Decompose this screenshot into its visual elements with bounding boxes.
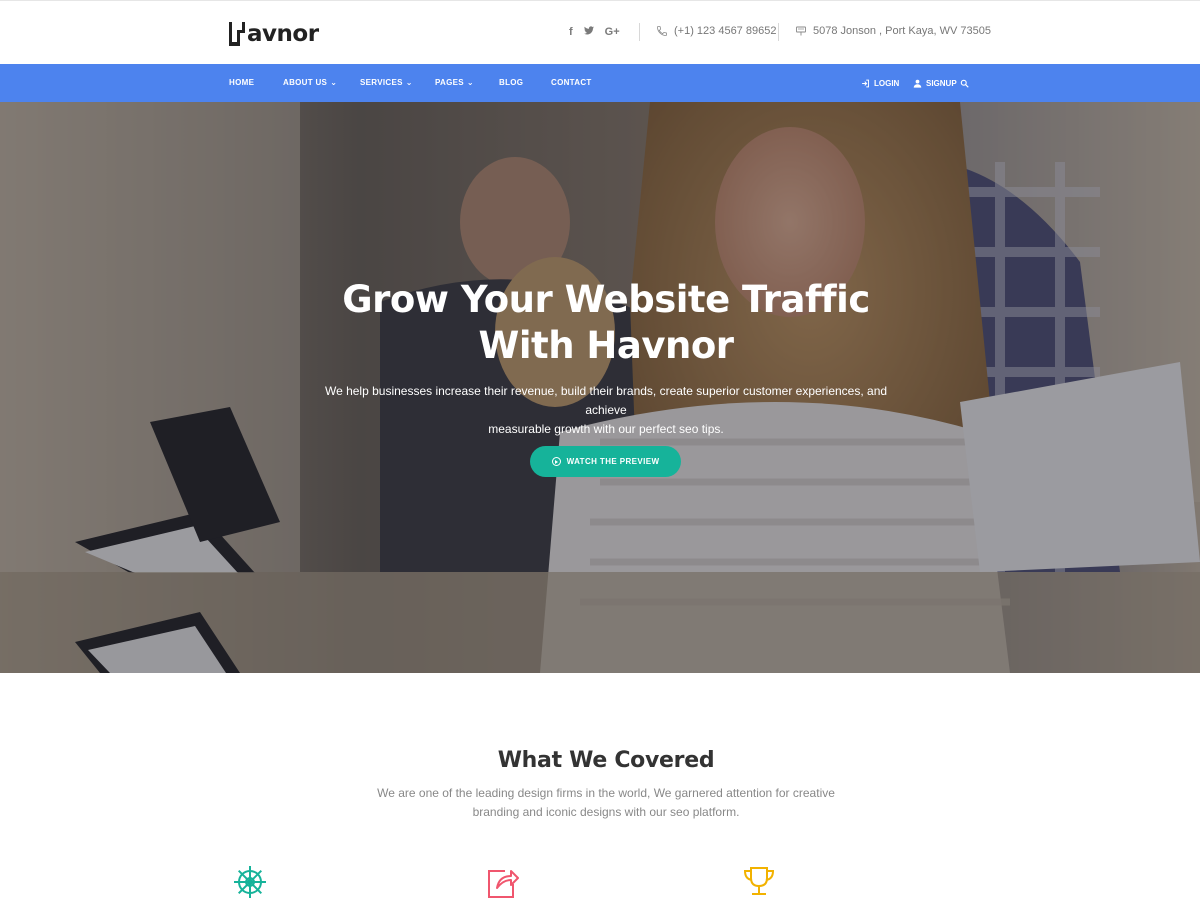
logo-text: avnor — [247, 21, 319, 47]
nav-services-label: SERVICES — [360, 78, 403, 87]
login-label: LOGIN — [874, 78, 900, 88]
top-bar: avnor f G+ (+1) 123 4567 89652 5078 Jons… — [0, 0, 1200, 64]
chevron-down-icon: ⌄ — [466, 78, 474, 87]
nav-blog[interactable]: BLOG — [499, 64, 523, 102]
watch-preview-button[interactable]: WATCH THE PREVIEW — [530, 446, 681, 477]
signup-link[interactable]: SIGNUP — [913, 64, 957, 102]
search-icon — [960, 79, 969, 88]
social-links: f G+ — [569, 25, 620, 39]
phone-number: (+1) 123 4567 89652 — [674, 25, 777, 37]
nav-pages[interactable]: PAGES ⌄ — [435, 64, 474, 102]
section-description: We are one of the leading design firms i… — [370, 784, 842, 822]
location-sign-icon — [796, 26, 806, 36]
sign-in-icon — [862, 79, 869, 87]
hero-title-line2: With Havnor — [478, 324, 734, 367]
facebook-icon[interactable]: f — [569, 25, 573, 39]
twitter-icon[interactable] — [583, 25, 594, 39]
hero-section: Grow Your Website Traffic With Havnor We… — [0, 102, 1200, 673]
hero-subtitle: We help businesses increase their revenu… — [320, 382, 892, 439]
nav-about-us[interactable]: ABOUT US ⌄ — [283, 64, 337, 102]
address-text: 5078 Jonson , Port Kaya, WV 73505 — [813, 25, 991, 37]
hero-subtitle-line1: We help businesses increase their revenu… — [324, 384, 888, 417]
chevron-down-icon: ⌄ — [330, 78, 338, 87]
nav-about-us-label: ABOUT US — [283, 78, 328, 87]
user-icon — [913, 79, 922, 88]
login-link[interactable]: LOGIN — [861, 64, 899, 102]
logo-mark-icon — [229, 22, 245, 46]
ship-wheel-icon — [234, 866, 266, 898]
hero-subtitle-line2: measurable growth with our perfect seo t… — [488, 422, 724, 436]
chevron-down-icon: ⌄ — [405, 78, 413, 87]
nav-blog-label: BLOG — [499, 78, 524, 87]
section-description-line2: branding and iconic designs with our seo… — [472, 805, 740, 819]
play-icon — [551, 457, 561, 466]
nav-pages-label: PAGES — [435, 78, 464, 87]
nav-contact-label: CONTACT — [551, 78, 592, 87]
logo[interactable]: avnor — [229, 19, 319, 49]
nav-home-label: HOME — [229, 78, 255, 87]
phone-contact[interactable]: (+1) 123 4567 89652 — [656, 25, 776, 37]
section-description-line1: We are one of the leading design firms i… — [377, 786, 835, 800]
google-plus-icon[interactable]: G+ — [605, 25, 620, 39]
main-navigation: HOME ABOUT US ⌄ SERVICES ⌄ PAGES ⌄ BLOG … — [0, 64, 1200, 102]
share-box-icon — [488, 870, 519, 898]
trophy-icon — [743, 867, 775, 895]
phone-icon — [657, 26, 667, 36]
hero-title-line1: Grow Your Website Traffic — [342, 278, 870, 321]
section-title: What We Covered — [497, 748, 715, 773]
signup-label: SIGNUP — [926, 78, 957, 88]
nav-services[interactable]: SERVICES ⌄ — [360, 64, 413, 102]
divider — [778, 23, 779, 41]
search-button[interactable] — [960, 64, 969, 102]
watch-preview-label: WATCH THE PREVIEW — [566, 457, 660, 466]
address-contact: 5078 Jonson , Port Kaya, WV 73505 — [795, 25, 991, 37]
nav-contact[interactable]: CONTACT — [551, 64, 592, 102]
divider — [639, 23, 640, 41]
hero-title: Grow Your Website Traffic With Havnor — [0, 277, 1200, 369]
nav-home[interactable]: HOME — [229, 64, 254, 102]
